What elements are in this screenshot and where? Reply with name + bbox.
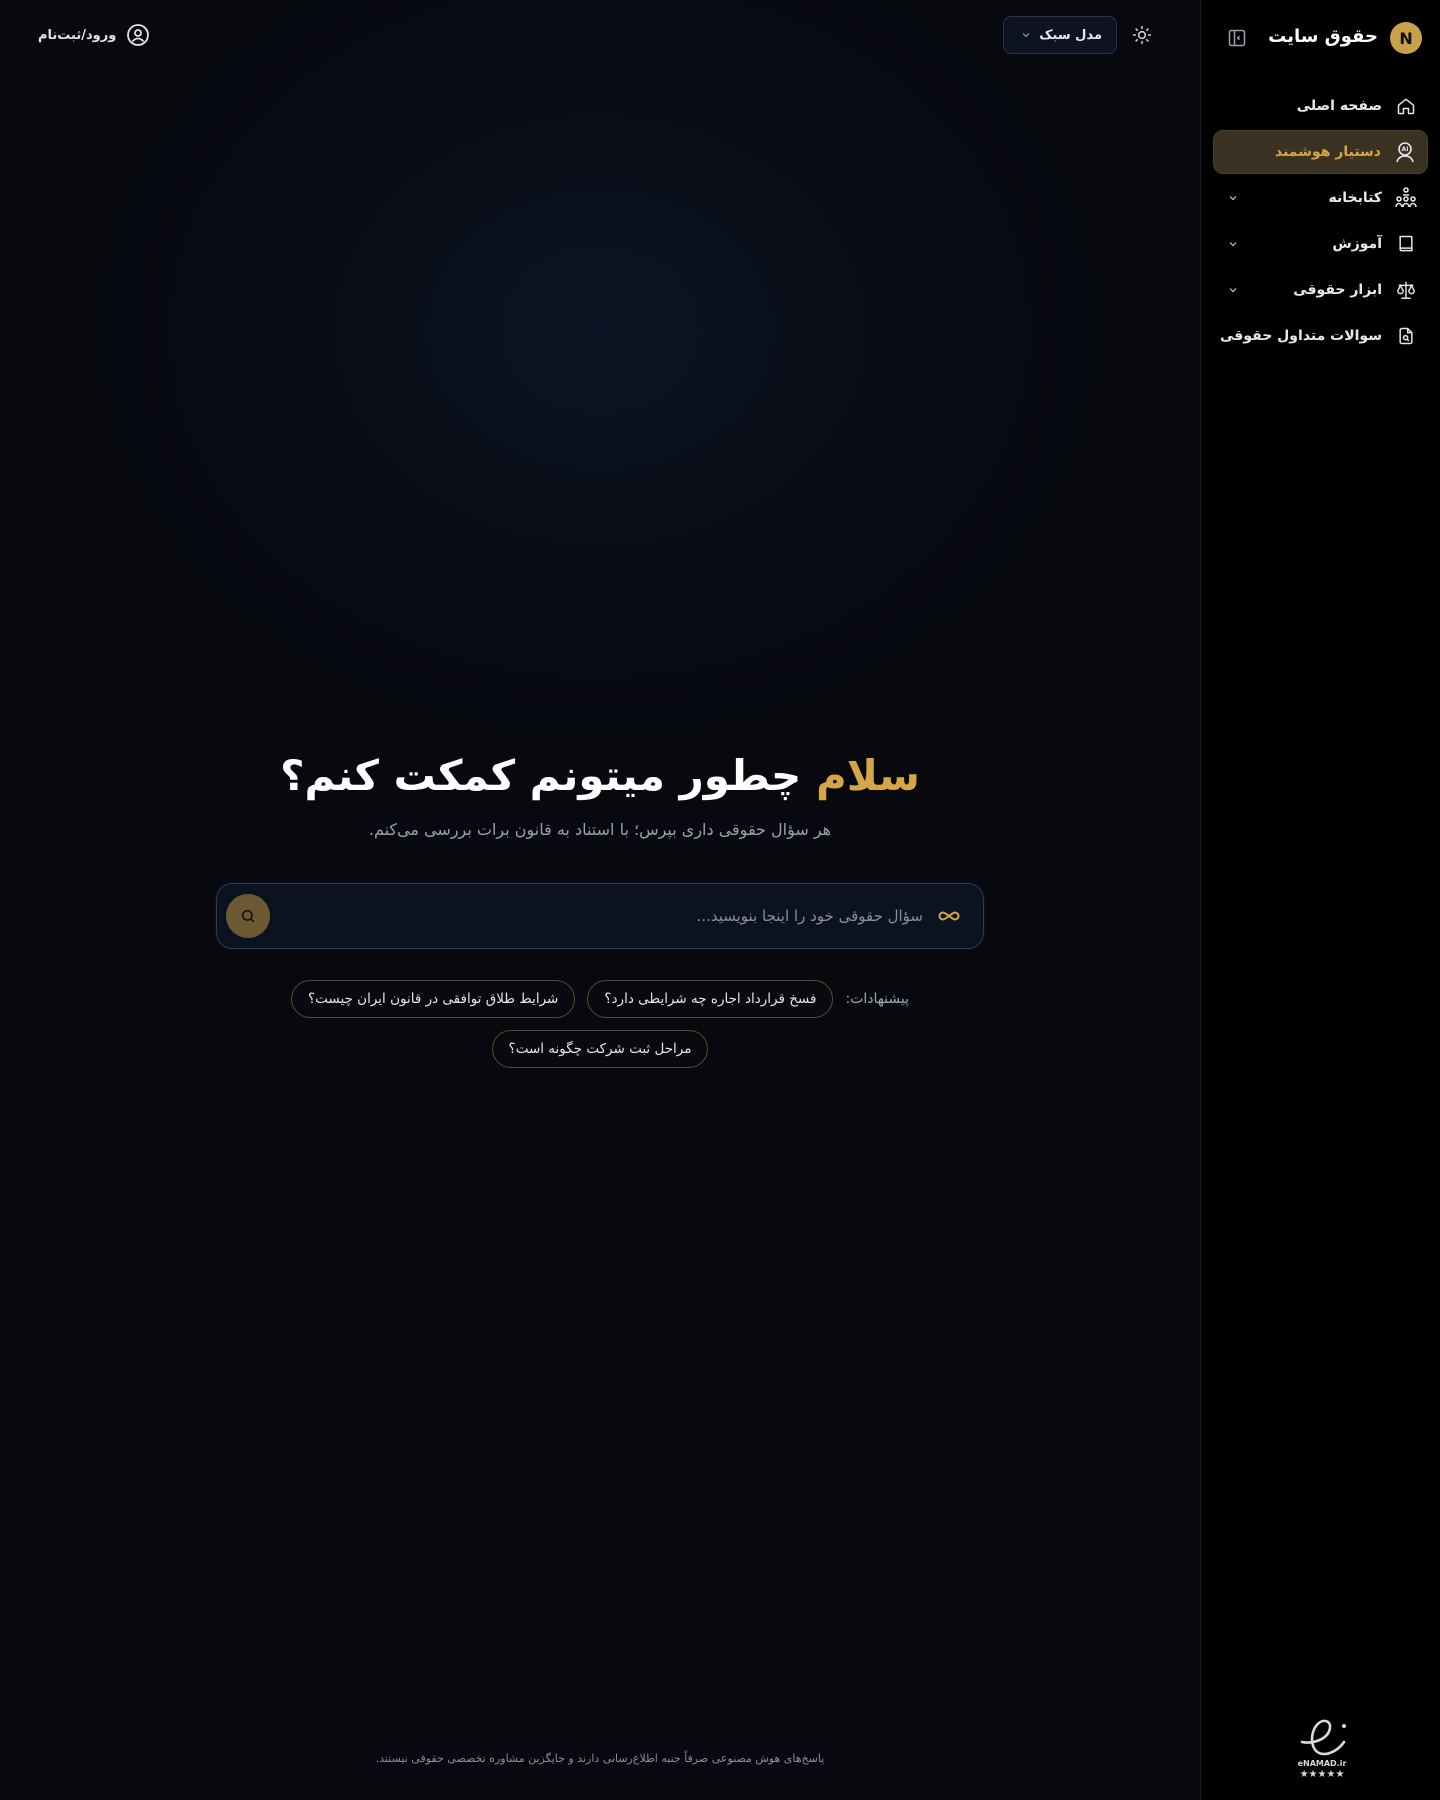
chevron-down-icon[interactable] — [1225, 236, 1241, 252]
file-search-icon — [1392, 322, 1420, 350]
enamad-badge[interactable]: eNAMAD.ir ★★★★★ — [1288, 1704, 1356, 1784]
sun-icon — [1132, 25, 1152, 45]
suggestion-chip[interactable]: فسخ قرارداد اجاره چه شرایطی دارد؟ — [587, 980, 834, 1018]
sidebar-item-label: صفحه اصلی — [1296, 98, 1382, 114]
app-root: مدل سبک ورود/ثبت‌نام سلام چطور میتونم کم… — [0, 0, 1440, 1800]
login-label: ورود/ثبت‌نام — [38, 27, 117, 43]
home-icon — [1392, 92, 1420, 120]
main-area: مدل سبک ورود/ثبت‌نام سلام چطور میتونم کم… — [0, 0, 1200, 1800]
theme-toggle-button[interactable] — [1130, 23, 1154, 47]
sidebar-nav: صفحه اصلی AI دستیار هوشمند کتابخانه آموز… — [1213, 84, 1428, 360]
sidebar-item-faq[interactable]: سوالات متداول حقوقی — [1213, 314, 1428, 358]
sidebar: N حقوق سایت صفحه اصلی AI دستیار هوشمند ک… — [1200, 0, 1440, 1800]
sidebar-item-home[interactable]: صفحه اصلی — [1213, 84, 1428, 128]
suggestions-row: پیشنهادات: فسخ قرارداد اجاره چه شرایطی د… — [200, 980, 1000, 1018]
suggestion-chip[interactable]: مراحل ثبت شرکت چگونه است؟ — [491, 1030, 709, 1068]
sidebar-item-label: کتابخانه — [1328, 190, 1382, 206]
user-circle-icon — [127, 24, 150, 46]
sidebar-item-label: دستیار هوشمند — [1274, 144, 1381, 160]
sidebar-header: N حقوق سایت — [1219, 18, 1422, 58]
model-select[interactable]: مدل سبک — [1003, 16, 1117, 54]
logo: N — [1390, 22, 1422, 54]
search-input[interactable] — [303, 884, 923, 948]
login-link[interactable]: ورود/ثبت‌نام — [38, 22, 150, 48]
model-select-label: مدل سبک — [1039, 27, 1102, 43]
title-accent: سلام — [815, 751, 920, 800]
ai-robot-icon: AI — [1391, 138, 1419, 166]
search-button[interactable] — [226, 894, 270, 938]
sidebar-item-library[interactable]: کتابخانه — [1213, 176, 1428, 220]
sidebar-item-education[interactable]: آموزش — [1213, 222, 1428, 266]
sidebar-item-ai-assistant[interactable]: AI دستیار هوشمند — [1213, 130, 1428, 174]
search-icon — [241, 909, 255, 923]
suggestion-chip[interactable]: شرایط طلاق توافقی در قانون ایران چیست؟ — [291, 980, 576, 1018]
chevron-down-icon — [1022, 33, 1030, 38]
enamad-stars: ★★★★★ — [1300, 1769, 1345, 1780]
scale-icon — [1392, 276, 1420, 304]
chevron-down-icon[interactable] — [1225, 282, 1241, 298]
suggestions-row-2: مراحل ثبت شرکت چگونه است؟ — [200, 1030, 1000, 1068]
brand-name: حقوق سایت — [1268, 26, 1378, 47]
sidebar-item-label: ابزار حقوقی — [1293, 282, 1382, 298]
hero: سلام چطور میتونم کمکت کنم؟ هر سؤال حقوقی… — [200, 746, 1000, 839]
search-box — [216, 883, 984, 949]
chevron-down-icon[interactable] — [1225, 190, 1241, 206]
page-subtitle: هر سؤال حقوقی داری بپرس؛ با استناد به قا… — [368, 820, 832, 839]
book-icon — [1392, 230, 1420, 258]
title-rest: چطور میتونم کمکت کنم؟ — [280, 751, 816, 800]
infinity-icon — [937, 904, 961, 928]
library-icon — [1392, 184, 1420, 212]
sidebar-item-label: آموزش — [1332, 236, 1382, 252]
svg-text:AI: AI — [1402, 146, 1409, 153]
sidebar-item-legal-tools[interactable]: ابزار حقوقی — [1213, 268, 1428, 312]
sidebar-collapse-icon — [1228, 29, 1246, 47]
sidebar-collapse-button[interactable] — [1225, 26, 1249, 50]
sidebar-item-label: سوالات متداول حقوقی — [1220, 328, 1382, 344]
page-title: سلام چطور میتونم کمکت کنم؟ — [200, 746, 1000, 806]
enamad-text: eNAMAD.ir — [1298, 1759, 1347, 1768]
disclaimer-note: پاسخ‌های هوش مصنوعی صرفاً جنبه اطلاع‌رسا… — [375, 1752, 825, 1765]
suggestions-label: پیشنهادات: — [845, 991, 910, 1007]
